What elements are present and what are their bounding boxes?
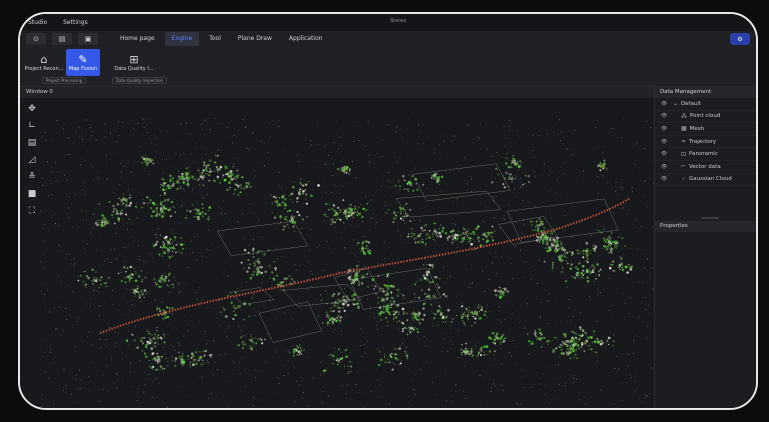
- data-quality-button[interactable]: ⊞ Data Quality I...: [112, 49, 156, 76]
- window-title: Stereo: [390, 18, 407, 24]
- tree-item-label: Trajectory: [689, 138, 717, 145]
- tree-item-label: Gaussian Cloud: [689, 176, 732, 183]
- tab-tool[interactable]: Tool: [202, 32, 228, 46]
- navigate-icon[interactable]: ✥: [26, 103, 38, 115]
- quick-access-button-2[interactable]: ▤: [52, 33, 72, 45]
- map-fusion-button[interactable]: ✎ Map Fusion: [66, 49, 100, 76]
- chevron-down-icon[interactable]: ⌄: [673, 100, 678, 107]
- group-project-processing: Project Processing: [42, 77, 87, 84]
- project-icon: ⌂: [40, 52, 48, 66]
- properties-header: Properties: [655, 221, 756, 232]
- clip-box-icon[interactable]: ▤: [26, 137, 38, 149]
- tab-bar: ⊙ ▤ ▣ Home page Engine Tool Plane Draw A…: [20, 31, 756, 47]
- gaussian-icon: ⁘: [681, 175, 687, 183]
- measure-icon[interactable]: ∟: [26, 120, 38, 132]
- tree-item-point-cloud[interactable]: 👁 ⁂ Point cloud: [655, 111, 756, 124]
- panoramic-icon: ⊡: [681, 150, 687, 158]
- tab-home-page[interactable]: Home page: [113, 32, 162, 46]
- app-window: Studio Settings Stereo ⊙ ▤ ▣ Home page E…: [18, 12, 758, 410]
- tab-application[interactable]: Application: [282, 32, 330, 46]
- data-management-header: Data Management: [655, 87, 756, 98]
- quick-access-button-3[interactable]: ▣: [78, 33, 98, 45]
- tree-item-mesh[interactable]: 👁 ▦ Mesh: [655, 123, 756, 136]
- viewport-title: Window 0: [20, 87, 654, 98]
- 3d-viewport[interactable]: Window 0 ✥ ∟ ▤ ◿ ≚ ■ ⛶: [20, 87, 654, 410]
- project-recon-button[interactable]: ⌂ Project Recon...: [24, 49, 64, 76]
- mesh-icon: ▦: [681, 125, 687, 133]
- menu-bar: Studio Settings Stereo: [20, 14, 756, 31]
- map-fusion-icon: ✎: [78, 52, 88, 66]
- ribbon: ⌂ Project Recon... ✎ Map Fusion ⊞ Data Q…: [20, 47, 756, 87]
- fullscreen-icon[interactable]: ⛶: [26, 205, 38, 217]
- tree-root-default[interactable]: 👁 ⌄ Default: [655, 98, 756, 111]
- tab-plane-draw[interactable]: Plane Draw: [231, 32, 279, 46]
- tree-item-panoramic[interactable]: 👁 ⊡ Panoramic: [655, 148, 756, 161]
- menu-settings[interactable]: Settings: [55, 19, 96, 26]
- trajectory-icon: ≈: [681, 138, 687, 146]
- cube-view-icon[interactable]: ■: [26, 188, 38, 200]
- vector-icon: ⌐: [681, 163, 687, 171]
- profile-icon[interactable]: ◿: [26, 154, 38, 166]
- tree-item-label: Point cloud: [690, 113, 721, 120]
- tree-item-gaussian-cloud[interactable]: 👁 ⁘ Gaussian Cloud: [655, 174, 756, 187]
- visibility-eye-icon[interactable]: 👁: [655, 101, 673, 107]
- panel-splitter[interactable]: [701, 217, 719, 219]
- visibility-eye-icon[interactable]: 👁: [655, 113, 673, 119]
- visibility-eye-icon[interactable]: 👁: [655, 164, 673, 170]
- point-cloud-scene[interactable]: [40, 98, 654, 410]
- layer-icon[interactable]: ≚: [26, 171, 38, 183]
- menu-studio[interactable]: Studio: [20, 19, 55, 26]
- visibility-eye-icon[interactable]: 👁: [655, 126, 673, 132]
- tab-engine[interactable]: Engine: [164, 32, 200, 46]
- tree-item-vector-data[interactable]: 👁 ⌐ Vector data: [655, 161, 756, 174]
- viewport-toolbar: ✥ ∟ ▤ ◿ ≚ ■ ⛶: [26, 103, 38, 217]
- quick-access-button-1[interactable]: ⊙: [26, 33, 46, 45]
- account-button[interactable]: ⚙: [730, 33, 750, 45]
- right-panel: Data Management 👁 ⌄ Default 👁 ⁂ Point clou…: [654, 87, 756, 408]
- visibility-eye-icon[interactable]: 👁: [655, 151, 673, 157]
- quality-icon: ⊞: [129, 52, 139, 66]
- group-data-quality: Data Quality Inspection: [112, 77, 168, 84]
- tree-item-label: Vector data: [689, 163, 721, 170]
- visibility-eye-icon[interactable]: 👁: [655, 139, 673, 145]
- tree-item-label: Panoramic: [689, 151, 718, 158]
- tree-item-label: Mesh: [689, 125, 705, 132]
- point-cloud-icon: ⁂: [681, 112, 687, 120]
- visibility-eye-icon[interactable]: 👁: [655, 176, 673, 182]
- tree-item-trajectory[interactable]: 👁 ≈ Trajectory: [655, 136, 756, 149]
